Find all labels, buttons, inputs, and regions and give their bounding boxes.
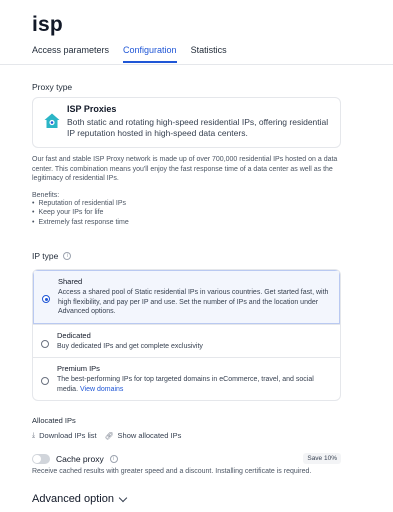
house-icon [43,112,61,130]
proxy-card-title: ISP Proxies [67,104,117,114]
allocated-ips-label: Allocated IPs [32,416,76,425]
tab-bar: Access parameters Configuration Statisti… [32,45,227,63]
benefit-item: Reputation of residential IPs [32,199,341,209]
option-title: Shared [58,277,83,286]
ip-type-label: IP type [32,251,59,261]
header-divider [0,64,393,65]
option-title: Premium IPs [57,364,100,373]
benefit-item: Keep your IPs for life [32,208,341,218]
ip-option-premium[interactable]: Premium IPs The best-performing IPs for … [33,357,340,400]
benefits-title: Benefits: [32,191,60,199]
ip-type-header: IP type i [32,251,341,261]
option-desc: Buy dedicated IPs and get complete exclu… [57,342,203,350]
benefit-item: Extremely fast response time [32,218,341,228]
allocated-actions: ⤓ Download IPs list 🔗︎ Show allocated IP… [32,431,341,440]
proxy-description: Our fast and stable ISP Proxy network is… [32,156,338,182]
radio-premium[interactable] [41,377,49,385]
ip-option-dedicated[interactable]: Dedicated Buy dedicated IPs and get comp… [33,323,340,358]
ip-option-shared[interactable]: Shared Access a shared pool of Static re… [33,270,340,324]
info-icon[interactable]: i [109,454,118,463]
advanced-option-toggle[interactable]: Advanced option [32,493,341,505]
view-domains-link[interactable]: View domains [80,386,123,393]
chevron-down-icon [118,493,128,502]
cache-proxy-toggle[interactable] [32,453,50,464]
page-header: isp Access parameters Configuration Stat… [0,0,393,66]
option-desc: The best-performing IPs for top targeted… [57,375,332,394]
tab-configuration[interactable]: Configuration [123,45,177,63]
cache-proxy-label: Cache proxy [56,453,104,464]
show-allocated-button[interactable]: 🔗︎ Show allocated IPs [105,431,182,440]
save-badge: Save 10% [303,453,341,464]
cache-proxy-row: Cache proxy i Save 10% [32,453,341,464]
proxy-type-label: Proxy type [32,82,73,92]
download-icon: ⤓ [32,431,36,439]
option-desc: Access a shared pool of Static residenti… [58,289,329,315]
ip-type-options: Shared Access a shared pool of Static re… [32,269,341,401]
page-title: isp [32,13,63,36]
link-icon: 🔗︎ [104,432,114,440]
tab-statistics[interactable]: Statistics [191,45,227,63]
benefits-list: Reputation of residential IPs Keep your … [32,199,341,228]
advanced-option-label: Advanced option [32,493,114,505]
tab-access-parameters[interactable]: Access parameters [32,45,109,63]
configuration-panel: Proxy type ISP Proxies Both static and r… [32,82,341,505]
info-icon[interactable]: i [63,252,72,260]
show-label: Show allocated IPs [117,431,182,440]
download-label: Download IPs list [39,431,97,440]
radio-dedicated[interactable] [41,339,49,348]
option-title: Dedicated [57,330,91,340]
proxy-card-desc: Both static and rotating high-speed resi… [67,117,329,138]
download-ips-button[interactable]: ⤓ Download IPs list [32,431,97,440]
cache-proxy-desc: Receive cached results with greater spee… [32,468,312,475]
radio-shared[interactable] [42,295,50,303]
proxy-type-card[interactable]: ISP Proxies Both static and rotating hig… [32,97,341,148]
